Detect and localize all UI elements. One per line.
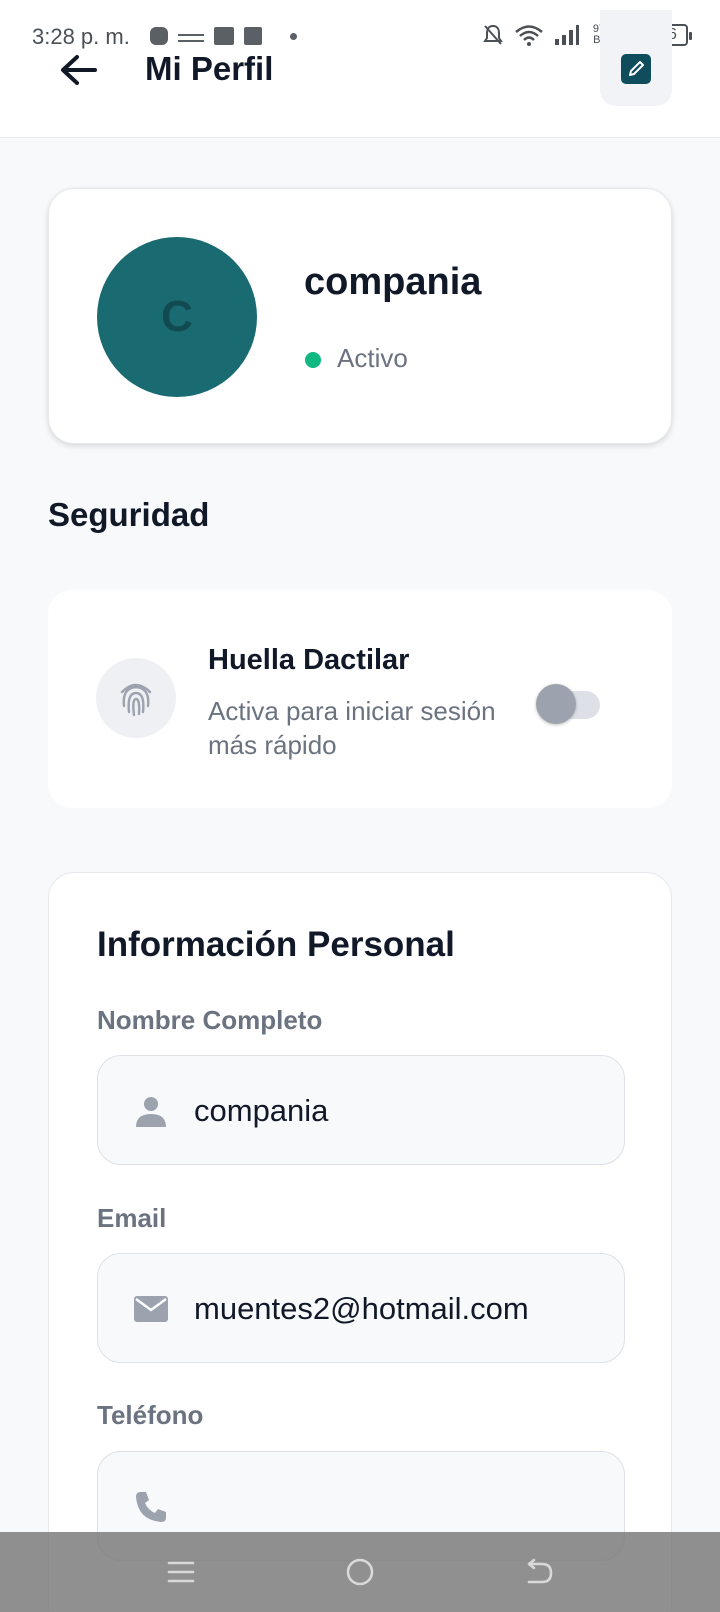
page-title: Mi Perfil [145,50,274,87]
parking-icon [214,27,234,45]
signal-icon [555,25,579,45]
back-curve-icon [527,1558,553,1584]
phone-label: Teléfono [97,1400,204,1430]
status-time: 3:28 p. m. [32,24,130,49]
facebook-icon [244,27,262,45]
app-logo-icon [178,34,204,42]
personal-info-card: Información Personal Nombre Completo Ema… [48,872,672,1612]
fingerprint-toggle[interactable] [536,682,602,728]
gamepad-icon [150,27,168,45]
full-name-input[interactable] [194,1084,614,1138]
user-icon [132,1092,170,1130]
mail-icon [132,1290,170,1328]
profile-name: compania [304,261,482,303]
arrow-left-icon [61,55,97,85]
profile-card: C compania Activo [48,188,672,444]
email-label: Email [97,1203,167,1233]
phone-input[interactable] [194,1480,614,1534]
personal-info-title: Información Personal [97,925,455,964]
edit-icon [621,54,651,84]
fingerprint-setting-card: Huella Dactilar Activa para iniciar sesi… [48,590,672,808]
fingerprint-description: Activa para iniciar sesión más rápido [208,696,496,760]
wifi-icon [515,25,543,46]
phone-icon [132,1488,170,1526]
back-nav-button[interactable] [514,1550,564,1594]
menu-button[interactable] [156,1550,206,1594]
more-notifications-icon [290,32,297,40]
security-section-title: Seguridad [48,496,210,533]
status-indicator [305,352,321,368]
fingerprint-icon [96,658,176,738]
full-name-field[interactable] [97,1055,625,1165]
fingerprint-title: Huella Dactilar [208,644,410,676]
home-circle-icon [346,1558,374,1586]
status-text: Activo [337,343,408,373]
email-input[interactable] [194,1282,614,1336]
app-header: 3:28 p. m. Mi Perfil [0,0,720,138]
system-navigation-bar [0,1532,720,1612]
menu-icon [167,1561,195,1583]
toggle-thumb [536,684,576,724]
full-name-label: Nombre Completo [97,1005,323,1035]
edit-profile-button[interactable] [600,10,672,106]
home-button[interactable] [335,1550,385,1594]
avatar: C [97,237,257,397]
bell-off-icon [483,24,503,45]
email-field[interactable] [97,1253,625,1363]
notification-icons [150,27,297,45]
back-button[interactable] [56,48,102,92]
